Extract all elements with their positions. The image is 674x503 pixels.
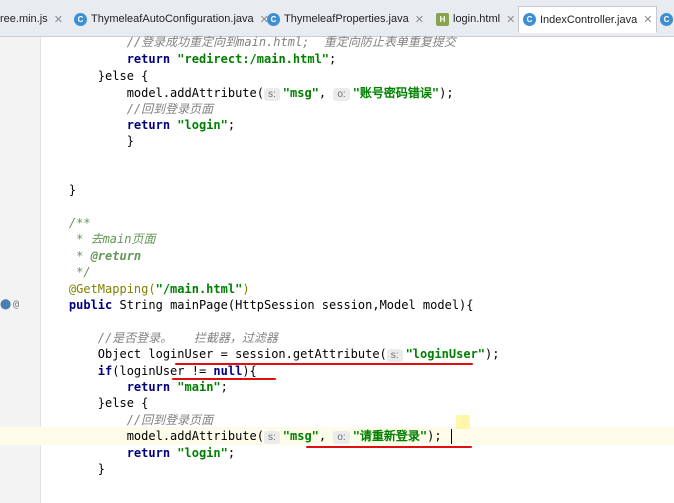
code-line: return "main"; (126, 380, 228, 394)
java-class-icon: C (267, 12, 280, 26)
param-hint: s: (386, 349, 403, 362)
java-class-icon: C (523, 13, 536, 26)
code-line: return "redirect:/main.html"; (126, 52, 337, 66)
code-line: * @return (76, 249, 142, 263)
param-hint: s: (263, 88, 280, 101)
code-line: @GetMapping("/main.html") (68, 282, 250, 296)
tab-label: ree.min.js (0, 13, 48, 25)
code-line: }else { (97, 396, 149, 410)
editor-tab-bar: ree.min.js ✕ C ThymeleafAutoConfiguratio… (0, 0, 674, 37)
code-line: */ (76, 265, 91, 279)
red-underline-annotation (175, 363, 473, 365)
html-file-icon: H (436, 12, 449, 26)
code-line: //回到登录页面 (126, 102, 214, 116)
code-line: //是否登录。 拦截器，过滤器 (97, 331, 278, 345)
close-icon[interactable]: ✕ (415, 13, 424, 26)
tab-label: ThymeleafAutoConfiguration.java (91, 13, 254, 25)
tab-tree-min-js[interactable]: ree.min.js ✕ (0, 7, 67, 31)
close-icon[interactable]: ✕ (643, 13, 652, 26)
tab-thymeleaf-properties[interactable]: C ThymeleafProperties.java ✕ (263, 7, 428, 31)
param-hint: o: (333, 431, 350, 444)
red-underline-annotation (172, 378, 276, 380)
java-class-icon: C (74, 12, 87, 26)
code-line: Object loginUser = session.getAttribute(… (97, 347, 500, 362)
text-caret (451, 429, 452, 444)
code-line: } (126, 134, 134, 148)
tab-label: login.html (453, 13, 501, 25)
code-line: if(loginUser != null){ (97, 364, 257, 378)
close-icon[interactable]: ✕ (506, 13, 515, 26)
implemented-method-icon[interactable]: ⬤ (0, 300, 11, 310)
code-line: * 去main页面 (76, 232, 156, 246)
code-line: /** (68, 216, 91, 230)
code-line: } (68, 183, 77, 197)
tab-index-controller[interactable]: C IndexController.java ✕ (518, 6, 658, 33)
java-class-icon: C (660, 12, 673, 26)
code-line: model.addAttribute(s: "msg", o: "账号密码错误"); (126, 86, 454, 101)
at-sign-icon[interactable]: @ (13, 300, 19, 310)
code-line: model.addAttribute(s: "msg", o: "请重新登录"); (126, 429, 442, 444)
code-line: }else { (97, 69, 149, 83)
tab-overflow[interactable]: C (656, 7, 674, 31)
intention-bulb-icon[interactable] (456, 415, 470, 429)
tab-label: ThymeleafProperties.java (284, 13, 409, 25)
close-icon[interactable]: ✕ (54, 13, 63, 26)
red-underline-annotation (306, 446, 472, 448)
code-line: return "login"; (126, 118, 236, 132)
code-line: public String mainPage(HttpSession sessi… (68, 298, 474, 312)
param-hint: o: (333, 88, 350, 101)
code-line: //登录成功重定向到main.html; 重定向防止表单重复提交 (126, 35, 456, 49)
param-hint: s: (263, 431, 280, 444)
tab-label: IndexController.java (540, 13, 638, 26)
tab-login-html[interactable]: H login.html ✕ (432, 7, 519, 31)
code-line: //回到登录页面 (126, 413, 214, 427)
code-line: return "login"; (126, 446, 236, 460)
tab-thymeleaf-auto-configuration[interactable]: C ThymeleafAutoConfiguration.java ✕ (70, 7, 273, 31)
code-line: } (97, 462, 106, 476)
